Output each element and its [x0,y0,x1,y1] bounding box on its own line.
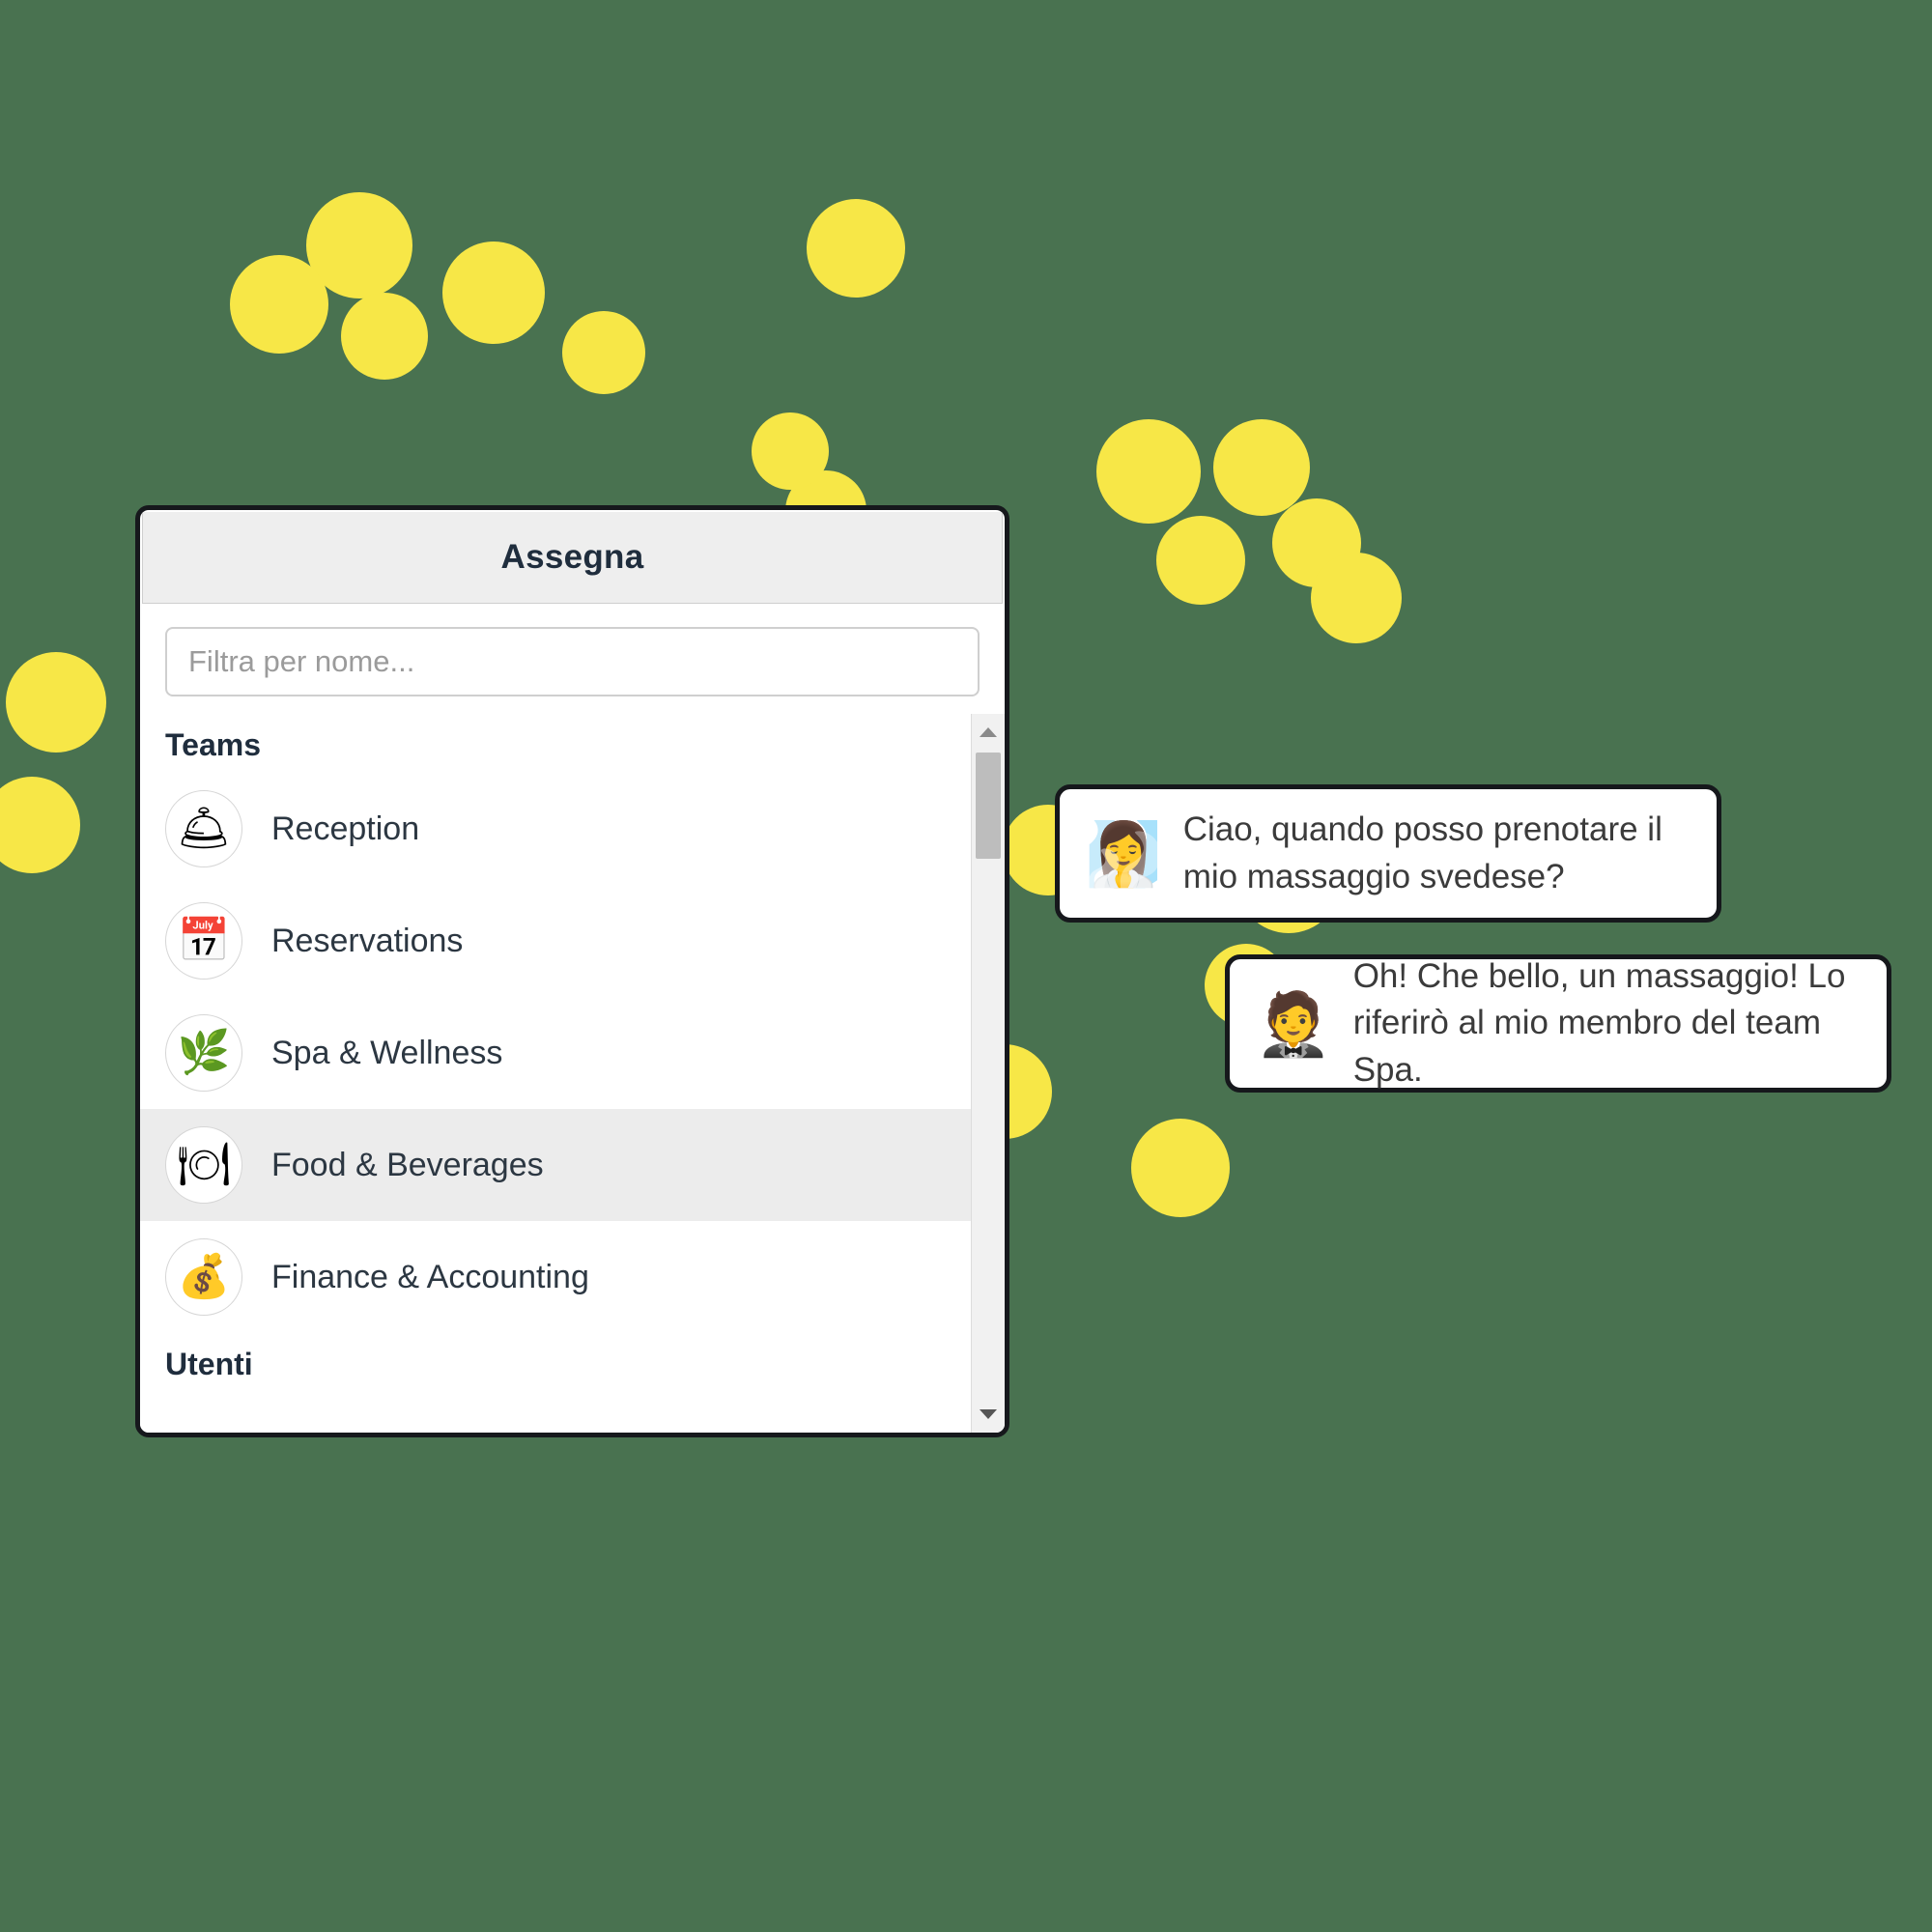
bellhop-bell-icon: 🛎 [165,790,242,867]
decorative-dot [6,652,106,753]
woman-in-steamy-room-icon: 🧖‍♀️ [1085,818,1162,889]
list-item[interactable]: 🌿 Spa & Wellness [140,997,971,1109]
list-item[interactable]: 🍽 Food & Beverages [140,1109,971,1221]
chat-message-text: Oh! Che bello, un massaggio! Lo riferirò… [1352,957,1846,1089]
assignee-list: Teams 🛎 Reception 📅 Reservations 🌿 Spa & Welln… [140,714,971,1433]
list-item-label: Reservations [271,922,464,959]
decorative-dot [1096,419,1201,524]
decorative-dot [230,255,328,354]
fork-knife-plate-icon: 🍽 [165,1126,242,1204]
decorative-dot [1131,1119,1230,1217]
chat-bubble-guest: 🧖‍♀️ Ciao, quando posso prenotare il mio… [1055,784,1721,923]
list-item[interactable]: 🛎 Reception [140,773,971,885]
decorative-dot [752,412,829,490]
scrollbar-thumb[interactable] [976,753,1001,859]
decorative-dot [1156,516,1245,605]
dialog-body: Teams 🛎 Reception 📅 Reservations 🌿 Spa & Welln… [140,604,1005,1433]
person-in-tuxedo-icon: 🤵 [1255,988,1332,1059]
decorative-dot [807,199,905,298]
list-item-label: Reception [271,810,420,847]
dialog-header: Assegna [142,512,1003,604]
scrollbar[interactable] [971,714,1005,1433]
assign-dialog: Assegna Teams 🛎 Reception 📅 Reservations 🌿 Spa… [135,505,1009,1437]
decorative-dot [0,777,80,873]
decorative-dot [1213,419,1310,516]
list-item-label: Finance & Accounting [271,1258,589,1295]
list-group-header: Teams [165,727,262,762]
chat-message-text: Ciao, quando posso prenotare il mio mass… [1182,810,1662,895]
calendar-icon: 📅 [165,902,242,980]
list-item-label: Spa & Wellness [271,1034,503,1071]
decorative-dot [341,293,428,380]
list-item-label: Food & Beverages [271,1146,544,1183]
screen-background: Assegna Teams 🛎 Reception 📅 Reservations 🌿 Spa… [0,0,1932,1932]
money-bag-icon: 💰 [165,1238,242,1316]
herb-icon: 🌿 [165,1014,242,1092]
chat-bubble-staff: 🤵 Oh! Che bello, un massaggio! Lo riferi… [1225,954,1891,1093]
list-item[interactable]: 📅 Reservations [140,885,971,997]
search-input[interactable] [165,627,980,696]
scroll-down-arrow-icon[interactable] [972,1400,1005,1429]
list-group-header: Utenti [165,1347,253,1381]
list-item[interactable]: 💰 Finance & Accounting [140,1221,971,1333]
scroll-up-arrow-icon[interactable] [972,718,1005,747]
decorative-dot [442,242,545,344]
decorative-dot [562,311,645,394]
assignee-list-region: Teams 🛎 Reception 📅 Reservations 🌿 Spa & Welln… [140,714,1005,1433]
page-title: Assegna [500,538,644,576]
decorative-dot [1311,553,1402,643]
filter-field-wrapper [140,604,1005,714]
